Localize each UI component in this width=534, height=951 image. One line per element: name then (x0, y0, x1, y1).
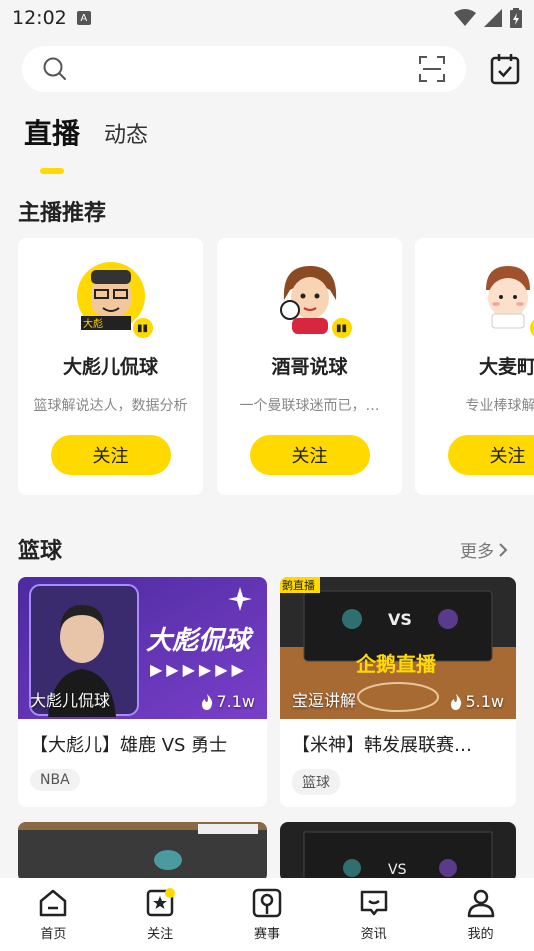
battery-icon (510, 8, 522, 28)
streamer-avatar: ▮▮ (472, 260, 534, 340)
nav-profile[interactable]: 我的 (441, 887, 521, 942)
streamer-carousel[interactable]: 大彪 ▮▮ 大彪儿侃球 篮球解说达人，数据分析 关注 ▮▮ 酒哥说球 一个曼联球… (18, 238, 534, 495)
svg-text:▶▶▶▶▶▶: ▶▶▶▶▶▶ (150, 660, 248, 679)
video-card[interactable]: VS 企鹅直播 鹅直播 宝逗讲解 5.1w 【米神】韩发展联赛… 篮球 (280, 577, 516, 807)
video-tag: NBA (30, 769, 80, 791)
basketball-section-title: 篮球 (18, 539, 63, 564)
status-time: 12:02 (12, 7, 67, 29)
notification-icon: A (76, 11, 91, 25)
streamer-card[interactable]: ▮▮ 酒哥说球 一个曼联球迷而已，… 关注 (217, 238, 402, 495)
thumbnail-banner-text: 企鹅直播 (355, 652, 437, 676)
video-thumbnail[interactable]: VS (280, 822, 516, 882)
tab-bar: 直播 动态 (24, 112, 148, 174)
streamer-desc: 一个曼联球迷而已，… (239, 398, 380, 414)
view-count: 5.1w (450, 692, 504, 711)
live-badge-icon: ▮▮ (329, 316, 354, 340)
search-box[interactable] (22, 46, 466, 92)
streamer-card[interactable]: ▮▮ 大麦町 专业棒球解说 关注 (415, 238, 534, 495)
status-bar: 12:02 A (0, 0, 534, 36)
video-title: 【米神】韩发展联赛… (292, 735, 472, 756)
video-tag: 篮球 (292, 769, 340, 795)
bottom-nav: 首页 关注 赛事 资讯 我的 (0, 878, 534, 951)
video-thumbnail[interactable]: VS 企鹅直播 鹅直播 宝逗讲解 5.1w (280, 577, 516, 719)
view-count-value: 7.1w (216, 692, 255, 711)
streamer-card[interactable]: 大彪 ▮▮ 大彪儿侃球 篮球解说达人，数据分析 关注 (18, 238, 203, 495)
streamer-name: 大彪儿侃球 (62, 356, 158, 378)
nav-news-label: 资讯 (360, 927, 387, 942)
nav-follow[interactable]: 关注 (120, 887, 200, 942)
streamer-desc: 篮球解说达人，数据分析 (33, 398, 188, 414)
nav-follow-label: 关注 (147, 927, 174, 942)
search-icon (43, 57, 66, 80)
video-title: 【大彪儿】雄鹿 VS 勇士 (30, 735, 228, 756)
svg-text:VS: VS (388, 610, 412, 629)
video-card[interactable]: VS (280, 822, 516, 882)
streamer-name: 酒哥说球 (271, 356, 348, 378)
more-label: 更多 (460, 542, 494, 562)
fire-icon (451, 693, 462, 710)
follow-button[interactable]: 关注 (50, 435, 171, 475)
scan-icon[interactable] (418, 55, 446, 83)
view-count: 7.1w (201, 692, 255, 711)
news-icon (360, 890, 388, 916)
streamer-avatar: ▮▮ (274, 260, 354, 340)
thumbnail-streamer-label: 大彪儿侃球 (30, 691, 111, 710)
thumbnail-corner-text: 鹅直播 (282, 578, 315, 592)
svg-text:VS: VS (388, 862, 407, 878)
streamer-desc: 专业棒球解说 (465, 398, 534, 414)
tab-dynamics[interactable]: 动态 (104, 117, 148, 152)
video-card[interactable] (18, 822, 267, 882)
search-row (22, 46, 522, 92)
wifi-icon (454, 9, 476, 26)
video-thumbnail[interactable] (18, 822, 267, 882)
streamers-section-title: 主播推荐 (18, 201, 107, 226)
match-icon (252, 888, 282, 918)
nav-profile-label: 我的 (467, 927, 494, 942)
tab-live[interactable]: 直播 (24, 112, 80, 174)
calendar-icon[interactable] (490, 53, 520, 85)
profile-icon (467, 889, 494, 918)
signal-icon (484, 9, 502, 27)
view-count-value: 5.1w (465, 692, 504, 711)
home-icon (40, 889, 67, 917)
thumbnail-banner-text: 大彪侃球 (146, 626, 254, 656)
more-link[interactable]: 更多 (460, 537, 508, 562)
nav-home[interactable]: 首页 (13, 887, 93, 942)
status-icons (454, 8, 522, 28)
live-badge-icon: ▮▮ (130, 316, 155, 340)
svg-text:大彪: 大彪 (83, 317, 103, 330)
chevron-right-icon (499, 542, 508, 557)
nav-match-label: 赛事 (253, 927, 280, 942)
nav-news[interactable]: 资讯 (334, 887, 414, 942)
streamer-avatar: 大彪 ▮▮ (75, 260, 155, 340)
streamer-name: 大麦町 (478, 356, 534, 378)
nav-match[interactable]: 赛事 (227, 887, 307, 942)
follow-icon (146, 888, 176, 917)
video-card[interactable]: 大彪侃球 ▶▶▶▶▶▶ 大彪儿侃球 7.1w 【大彪儿】雄鹿 VS 勇士 NBA (18, 577, 267, 807)
fire-icon (202, 693, 213, 710)
follow-button[interactable]: 关注 (249, 435, 370, 475)
thumbnail-streamer-label: 宝逗讲解 (292, 691, 357, 710)
video-thumbnail[interactable]: 大彪侃球 ▶▶▶▶▶▶ 大彪儿侃球 7.1w (18, 577, 267, 719)
follow-button[interactable]: 关注 (447, 435, 534, 475)
nav-home-label: 首页 (40, 927, 67, 942)
